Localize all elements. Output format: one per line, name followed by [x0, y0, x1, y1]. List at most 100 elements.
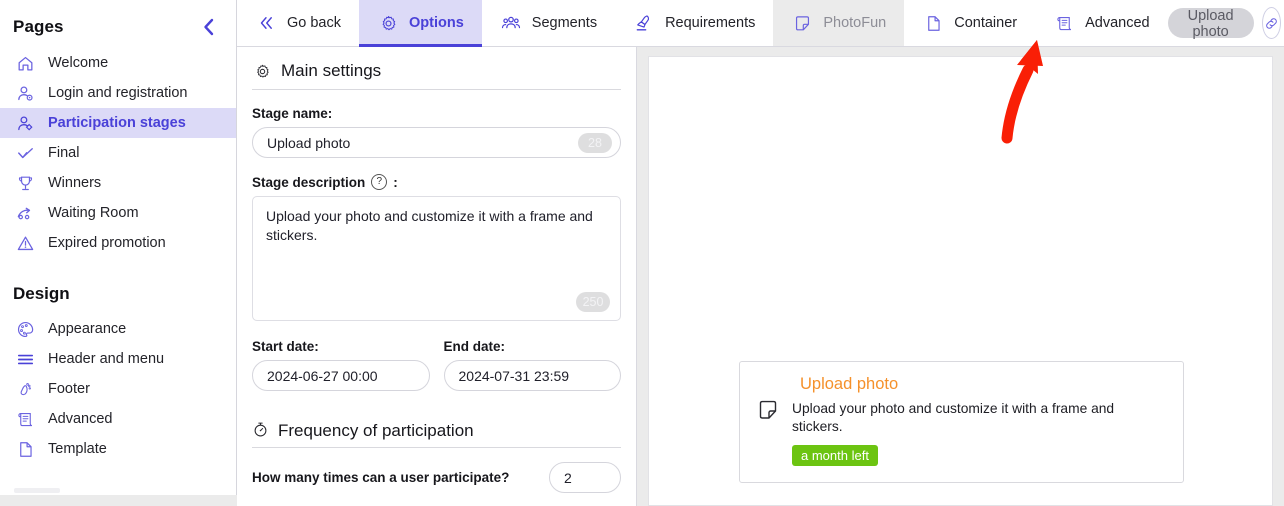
- sidebar-item-template[interactable]: Template: [0, 434, 236, 464]
- stage-name-label: Stage name:: [252, 106, 333, 121]
- sidebar: Pages Welcome Login and registration Par…: [0, 0, 237, 495]
- copy-link-button[interactable]: [1261, 7, 1281, 39]
- preview-panel-wrapper: Upload photo Upload your photo and custo…: [637, 47, 1284, 506]
- stage-preview-title: Upload photo: [800, 375, 899, 394]
- sidebar-header: Pages: [0, 10, 236, 44]
- stamp-icon: [633, 12, 655, 34]
- user-gear-icon: [14, 82, 36, 104]
- sidebar-item-label: Winners: [48, 175, 102, 191]
- collapse-sidebar-button[interactable]: [198, 16, 220, 38]
- tab-label: Requirements: [665, 15, 756, 31]
- check-badge-icon: [14, 142, 36, 164]
- divider: [252, 447, 621, 448]
- divider: [252, 89, 621, 90]
- waiting-room-icon: [14, 202, 36, 224]
- stage-name-value: Upload photo: [267, 134, 351, 151]
- sidebar-item-label: Participation stages: [48, 115, 186, 131]
- end-date-label: End date:: [443, 339, 506, 354]
- page-icon: [14, 438, 36, 460]
- sidebar-item-participation-stages[interactable]: Participation stages: [0, 108, 236, 138]
- sidebar-item-login-and-registration[interactable]: Login and registration: [0, 78, 236, 108]
- stage-description-value: Upload your photo and customize it with …: [266, 208, 593, 243]
- footprint-icon: [14, 378, 36, 400]
- sidebar-item-footer[interactable]: Footer: [0, 374, 236, 404]
- participate-times-input[interactable]: 2: [549, 462, 621, 493]
- end-date-value: 2024-07-31 23:59: [458, 367, 570, 384]
- frequency-title: Frequency of participation: [278, 421, 474, 440]
- gear-icon: [252, 61, 272, 81]
- double-chevron-left-icon: [255, 12, 277, 34]
- tab-bar: Go back Options Segments Requirements Ph…: [237, 0, 1284, 47]
- start-date-group: Start date: 2024-06-27 00:00: [252, 339, 430, 391]
- date-row: Start date: 2024-06-27 00:00 End date: 2…: [252, 339, 621, 391]
- palette-icon: [14, 318, 36, 340]
- tab-options[interactable]: Options: [359, 0, 482, 47]
- menu-lines-icon: [14, 348, 36, 370]
- tab-label: Options: [409, 15, 464, 31]
- sidebar-item-winners[interactable]: Winners: [0, 168, 236, 198]
- stage-name-input[interactable]: Upload photo 28: [252, 127, 621, 158]
- tab-container[interactable]: Container: [904, 0, 1035, 46]
- sidebar-item-welcome[interactable]: Welcome: [0, 48, 236, 78]
- tab-label: Container: [954, 15, 1018, 31]
- stage-description-label-text: Stage description: [252, 174, 366, 190]
- settings-panel: Main settings Stage name: Upload photo 2…: [237, 47, 637, 506]
- tab-segments[interactable]: Segments: [482, 0, 615, 46]
- sidebar-item-advanced[interactable]: Advanced: [0, 404, 236, 434]
- trophy-icon: [14, 172, 36, 194]
- sidebar-item-header-and-menu[interactable]: Header and menu: [0, 344, 236, 374]
- end-date-group: End date: 2024-07-31 23:59: [443, 339, 621, 391]
- tab-requirements[interactable]: Requirements: [615, 0, 773, 46]
- stage-preview-card[interactable]: Upload photo Upload your photo and custo…: [739, 361, 1184, 483]
- preview-canvas: Upload photo Upload your photo and custo…: [648, 56, 1273, 506]
- sidebar-item-label: Advanced: [48, 411, 113, 427]
- app-root: Pages Welcome Login and registration Par…: [0, 0, 1284, 506]
- gear-icon: [377, 12, 399, 34]
- sidebar-item-final[interactable]: Final: [0, 138, 236, 168]
- participate-times-value: 2: [564, 469, 572, 486]
- main-settings-title: Main settings: [281, 61, 382, 80]
- tab-photofun[interactable]: PhotoFun: [773, 0, 905, 46]
- sidebar-item-label: Header and menu: [48, 351, 165, 367]
- question-mark-icon[interactable]: ?: [371, 174, 388, 190]
- sidebar-item-label: Welcome: [48, 55, 109, 71]
- stage-description-colon: :: [393, 174, 398, 190]
- tab-advanced[interactable]: Advanced: [1035, 0, 1168, 46]
- stage-description-textarea[interactable]: Upload your photo and customize it with …: [252, 196, 621, 321]
- sidebar-item-label: Footer: [48, 381, 90, 397]
- upload-photo-button[interactable]: Upload photo: [1167, 8, 1254, 40]
- sidebar-item-label: Login and registration: [48, 85, 188, 101]
- main-settings-header: Main settings: [252, 61, 621, 89]
- tab-label: Segments: [531, 15, 598, 31]
- sidebar-item-expired-promotion[interactable]: Expired promotion: [0, 228, 236, 258]
- end-date-input[interactable]: 2024-07-31 23:59: [443, 360, 621, 391]
- tab-label: PhotoFun: [823, 15, 887, 31]
- start-date-input[interactable]: 2024-06-27 00:00: [252, 360, 430, 391]
- participate-times-label: How many times can a user participate?: [252, 470, 510, 485]
- warning-triangle-icon: [14, 232, 36, 254]
- stage-description-label: Stage description ? :: [252, 174, 621, 190]
- scroll-icon: [1053, 12, 1075, 34]
- chevron-left-icon: [204, 18, 214, 36]
- sidebar-item-appearance[interactable]: Appearance: [0, 314, 236, 344]
- link-chain-icon: [1265, 17, 1277, 29]
- pages-list: Welcome Login and registration Participa…: [0, 48, 236, 258]
- content-row: Main settings Stage name: Upload photo 2…: [237, 47, 1284, 506]
- tab-go-back[interactable]: Go back: [237, 0, 359, 46]
- start-date-value: 2024-06-27 00:00: [267, 367, 378, 384]
- pages-title: Pages: [13, 17, 64, 36]
- stage-preview-description: Upload your photo and customize it with …: [792, 401, 1115, 435]
- design-list: Appearance Header and menu Footer Advanc…: [0, 314, 236, 464]
- sticker-icon: [791, 12, 813, 34]
- participate-times-row: How many times can a user participate? 2: [252, 462, 621, 493]
- frequency-header: Frequency of participation: [252, 421, 621, 447]
- status-badge: a month left: [792, 445, 878, 466]
- sidebar-item-label: Expired promotion: [48, 235, 166, 251]
- sidebar-item-waiting-room[interactable]: Waiting Room: [0, 198, 236, 228]
- sidebar-item-label: Final: [48, 145, 80, 161]
- tab-label: Advanced: [1085, 15, 1150, 31]
- stage-name-counter: 28: [578, 132, 612, 153]
- tab-label: Go back: [287, 15, 341, 31]
- sticker-icon: [756, 398, 780, 422]
- sidebar-item-label: Template: [48, 441, 107, 457]
